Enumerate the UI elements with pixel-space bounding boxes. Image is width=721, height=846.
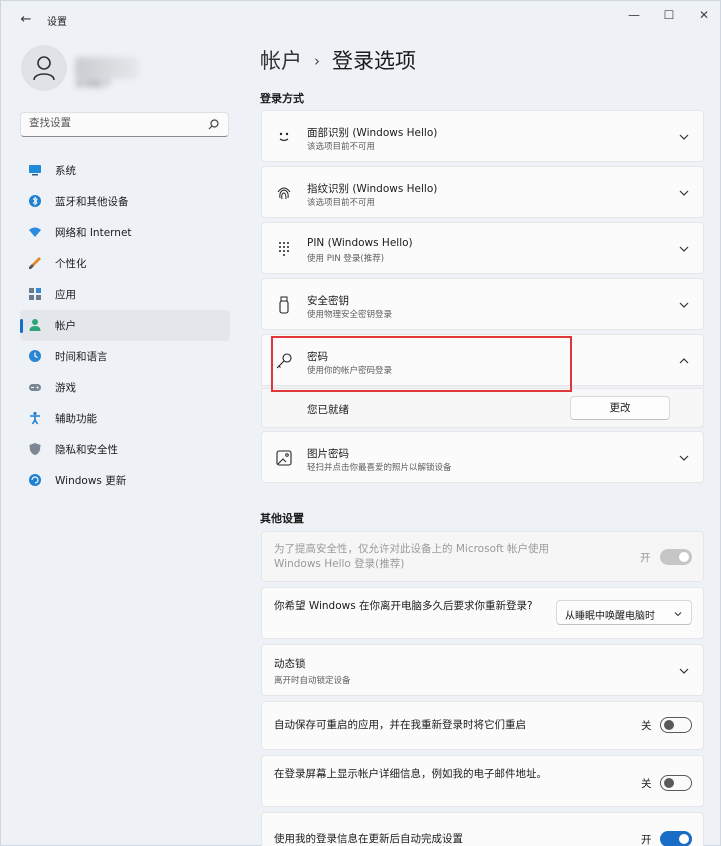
chevron-down-icon[interactable] [678, 243, 690, 255]
profile-name: 本地帐户 [75, 57, 139, 90]
setting-require-signin: 你希望 Windows 在你离开电脑多久后要求你重新登录? 从睡眠中唤醒电脑时 [261, 587, 704, 639]
gamepad-icon [29, 384, 41, 391]
pin-keypad-icon [279, 242, 289, 256]
require-signin-dropdown[interactable]: 从睡眠中唤醒电脑时 [556, 600, 692, 625]
chevron-down-icon [674, 612, 682, 617]
search-input[interactable] [29, 117, 199, 129]
update-icon [29, 474, 41, 486]
breadcrumb-separator: › [314, 52, 320, 70]
chevron-down-icon[interactable] [678, 131, 690, 143]
settings-window: ← 设置 — ☐ ✕ 本地帐户 系统 蓝牙和其他设备 [0, 0, 721, 846]
maximize-button[interactable]: ☐ [652, 5, 686, 25]
option-security-key[interactable]: 安全密钥 使用物理安全密钥登录 [261, 278, 704, 330]
shield-icon [29, 443, 41, 455]
globe-clock-icon [29, 350, 41, 362]
sidebar-item-system[interactable]: 系统 [20, 155, 230, 186]
back-arrow-icon[interactable]: ← [15, 10, 37, 30]
password-expanded-panel: 您已就绪 更改 [261, 388, 704, 428]
setting-restart-apps: 自动保存可重启的应用，并在我重新登录时将它们重启 关 [261, 701, 704, 750]
minimize-button[interactable]: — [617, 5, 651, 25]
password-status: 您已就绪 [307, 404, 349, 416]
option-fingerprint[interactable]: 指纹识别 (Windows Hello) 该选项目前不可用 [261, 166, 704, 218]
setting-dynamic-lock[interactable]: 动态锁 离开时自动锁定设备 [261, 644, 704, 696]
sidebar-item-windows-update[interactable]: Windows 更新 [20, 465, 230, 496]
wifi-icon [29, 227, 41, 237]
sidebar-item-network[interactable]: 网络和 Internet [20, 217, 230, 248]
search-box[interactable] [20, 112, 229, 137]
app-title: 设置 [47, 17, 67, 28]
usb-key-icon [279, 296, 289, 314]
use-signin-info-toggle[interactable] [660, 831, 692, 846]
sidebar-item-personalization[interactable]: 个性化 [20, 248, 230, 279]
setting-use-signin-info: 使用我的登录信息在更新后自动完成设置 开 [261, 812, 704, 846]
breadcrumb-parent[interactable]: 帐户 [260, 49, 302, 73]
bluetooth-icon [29, 195, 41, 207]
restart-apps-toggle[interactable] [660, 717, 692, 733]
option-picture-password[interactable]: 图片密码 轻扫并点击你最喜爱的照片以解锁设备 [261, 431, 704, 483]
option-pin[interactable]: PIN (Windows Hello) 使用 PIN 登录(推荐) [261, 222, 704, 274]
fingerprint-icon [277, 187, 291, 200]
chevron-up-icon[interactable] [678, 355, 690, 367]
sidebar-item-gaming[interactable]: 游戏 [20, 372, 230, 403]
search-icon[interactable] [208, 119, 219, 130]
picture-icon [276, 450, 292, 466]
key-icon [276, 353, 292, 369]
section-title-other: 其他设置 [260, 512, 304, 525]
chevron-down-icon[interactable] [678, 187, 690, 199]
option-face[interactable]: 面部识别 (Windows Hello) 该选项目前不可用 [261, 110, 704, 162]
sidebar-item-apps[interactable]: 应用 [20, 279, 230, 310]
sidebar-nav: 系统 蓝牙和其他设备 网络和 Internet 个性化 应用 帐户 时间和语言 [20, 155, 230, 496]
section-title-sign-in: 登录方式 [260, 92, 304, 105]
sidebar-item-bluetooth[interactable]: 蓝牙和其他设备 [20, 186, 230, 217]
change-password-button[interactable]: 更改 [570, 396, 670, 420]
monitor-icon [29, 165, 41, 176]
sidebar-item-accessibility[interactable]: 辅助功能 [20, 403, 230, 434]
breadcrumb: 帐户 › 登录选项 [260, 45, 416, 75]
person-icon [29, 319, 41, 331]
setting-hello-only: 为了提高安全性，仅允许对此设备上的 Microsoft 帐户使用 Windows… [261, 531, 704, 582]
avatar[interactable] [21, 45, 67, 91]
sidebar-item-privacy[interactable]: 隐私和安全性 [20, 434, 230, 465]
chevron-down-icon[interactable] [678, 665, 690, 677]
setting-show-details: 在登录屏幕上显示帐户详细信息，例如我的电子邮件地址。 关 [261, 755, 704, 807]
page-title: 登录选项 [332, 49, 416, 73]
apps-icon [29, 288, 41, 300]
option-password[interactable]: 密码 使用你的帐户密码登录 [261, 334, 704, 386]
chevron-down-icon[interactable] [678, 299, 690, 311]
sidebar-item-time-language[interactable]: 时间和语言 [20, 341, 230, 372]
chevron-down-icon[interactable] [678, 452, 690, 464]
hello-only-toggle [660, 549, 692, 565]
face-icon [279, 132, 289, 142]
accessibility-icon [30, 411, 40, 425]
show-details-toggle[interactable] [660, 775, 692, 791]
person-icon [33, 56, 55, 81]
title-bar: ← 设置 — ☐ ✕ [1, 1, 720, 37]
brush-icon [29, 257, 41, 269]
close-button[interactable]: ✕ [687, 5, 721, 25]
sidebar-item-accounts[interactable]: 帐户 [20, 310, 230, 341]
